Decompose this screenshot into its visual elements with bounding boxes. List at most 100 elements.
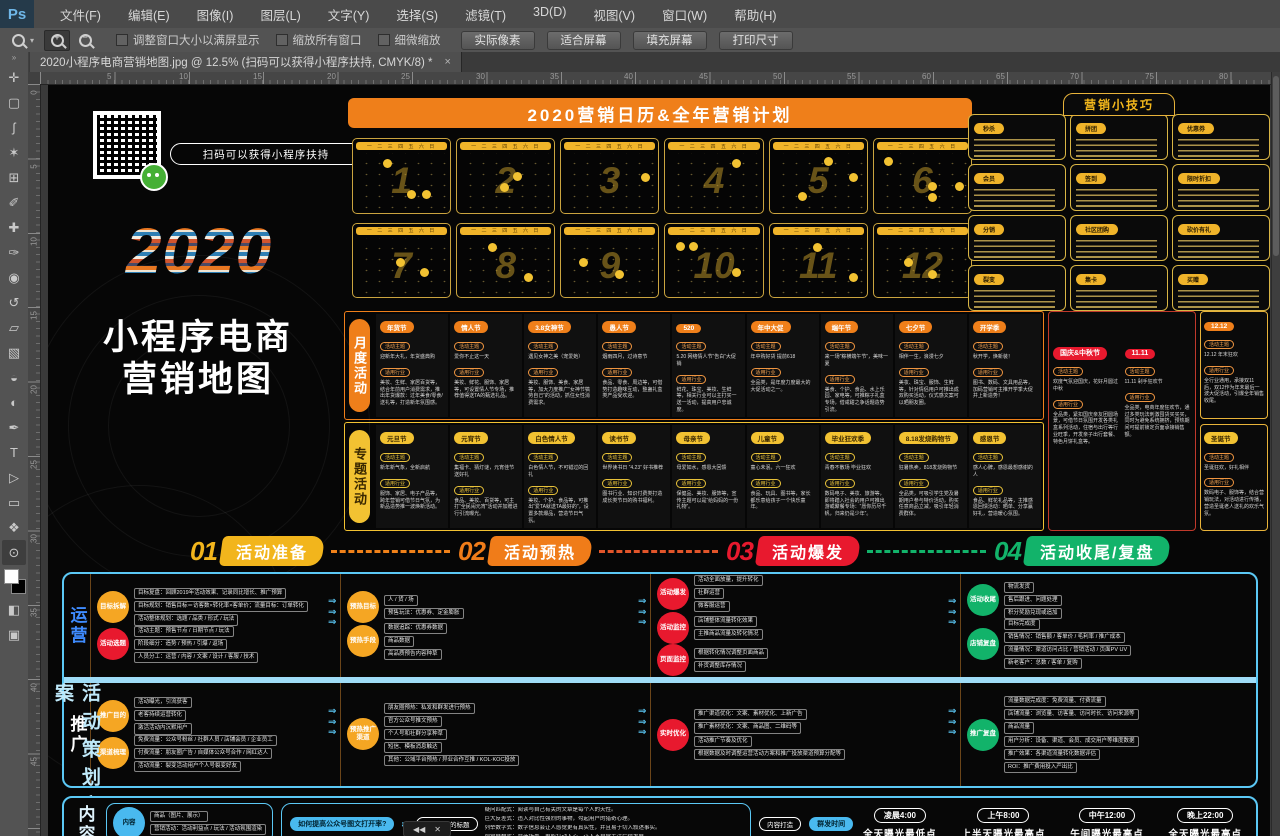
options-button[interactable]: 实际像素 <box>461 31 535 50</box>
time-caption: 全天曝光最低点 <box>863 826 937 836</box>
node-leaf: 数据追踪：优惠券数据 <box>384 623 447 634</box>
node-leaf: 人 / 货 / 场 <box>384 595 418 606</box>
zoom-tool[interactable]: ⊙ <box>2 540 26 565</box>
highlight-date-dot <box>513 172 522 181</box>
screen-mode-icon[interactable]: ▣ <box>2 622 26 647</box>
close-icon[interactable]: ✕ <box>434 825 441 834</box>
flow-arrows-icon: ⇒ ⇒ ⇒ <box>638 597 646 629</box>
ruler-tick-label: 0 <box>30 87 39 99</box>
tool-preset-picker[interactable]: ▾ <box>0 34 44 47</box>
node-leaf: 预售玩法：优惠券、定金膨胀 <box>384 608 464 619</box>
industry-label: 适用行业 <box>825 479 855 488</box>
close-tab-icon[interactable]: × <box>445 56 451 68</box>
menu-item[interactable]: 3D(D) <box>533 5 566 24</box>
industry-text: 食品、美妆、百货等，可主打“全民闹元宵”活动并加赠进行引流曝光。 <box>454 498 518 518</box>
history-brush-tool[interactable]: ↺ <box>2 290 26 315</box>
hand-tool[interactable]: ❖ <box>2 515 26 540</box>
activity-title: 七夕节 <box>899 321 933 333</box>
ruler-tick-label: 15 <box>253 72 262 81</box>
tip-card-label: 拼团 <box>1076 123 1106 134</box>
flow-arrows-icon: ⇒ ⇒ ⇒ <box>328 597 336 629</box>
theme-label: 活动主题 <box>454 453 484 462</box>
ruler-tick-label: 5 <box>30 161 39 173</box>
magic-wand-tool[interactable]: ✶ <box>2 140 26 165</box>
crop-tool[interactable]: ⊞ <box>2 165 26 190</box>
rect-marquee-tool[interactable]: ▢ <box>2 90 26 115</box>
industry-text: 美妆、珠宝、服饰、生鲜等，针对情侣用户可推出成双购买活动，仪式感文案可以晒朋友圈… <box>899 380 963 407</box>
theme-text: 年中购好货 提前618 <box>751 354 815 361</box>
activity-card: 3.8女神节 活动主题 遇见女神之美（宠爱她） 适用行业 美妆、服饰、美食、家居… <box>524 314 596 417</box>
scrollbar-thumb[interactable] <box>1273 76 1279 256</box>
menu-item[interactable]: 窗口(W) <box>662 5 707 24</box>
gradient-tool[interactable]: ▧ <box>2 340 26 365</box>
color-swatches[interactable] <box>3 568 25 594</box>
eyedropper-tool[interactable]: ✐ <box>2 190 26 215</box>
node-leaf: 主推商品流量及转化情况 <box>694 629 763 640</box>
menu-item[interactable]: 选择(S) <box>396 5 438 24</box>
activity-title: 3.8女神节 <box>528 321 571 333</box>
menu-item[interactable]: 文件(F) <box>60 5 101 24</box>
map-cell: 实时优化 推广渠道优化：文案、素材优化、上新广告推广素材优化：文案、商品图、二维… <box>650 683 960 786</box>
shape-tool[interactable]: ▭ <box>2 490 26 515</box>
map-row-label: 运营 <box>64 574 90 677</box>
tip-card-text-lines <box>1076 290 1157 311</box>
activity-card: 读书节 活动主题 世界读书日 “4.23” 好书推荐 适用行业 图书行业、知识付… <box>598 425 670 528</box>
move-tool[interactable]: ✛ <box>2 65 26 90</box>
healing-brush-tool[interactable]: ✚ <box>2 215 26 240</box>
vertical-ruler: 051015202530354045 <box>28 84 41 836</box>
vertical-scrollbar[interactable] <box>1271 72 1280 836</box>
highlight-date-dot <box>407 190 416 199</box>
menu-item[interactable]: 帮助(H) <box>734 5 776 24</box>
eraser-tool[interactable]: ▱ <box>2 315 26 340</box>
map-node: 预热目标 人 / 货 / 场预售玩法：优惠券、定金膨胀 <box>347 591 644 623</box>
ruler-tick-label: 35 <box>30 607 39 619</box>
menu-item[interactable]: 图像(I) <box>197 5 234 24</box>
node-label: 目标拆解 <box>97 591 129 623</box>
collapse-panel-icon[interactable]: » <box>12 53 16 63</box>
pen-tool[interactable]: ✒ <box>2 415 26 440</box>
blur-tool[interactable]: ◒ <box>2 365 26 390</box>
dodge-tool[interactable]: ◐ <box>2 390 26 415</box>
activity-title: 白色情人节 <box>528 432 575 444</box>
options-button[interactable]: 填充屏幕 <box>633 31 707 50</box>
path-select-tool[interactable]: ▷ <box>2 465 26 490</box>
option-checkbox[interactable]: 调整窗口大小以满屏显示 <box>116 32 260 48</box>
marketing-tips-panel: 营销小技巧 秒杀 拼团 优惠券 会员 签到 <box>968 97 1270 311</box>
clone-stamp-tool[interactable]: ◉ <box>2 265 26 290</box>
lasso-tool[interactable]: ʃ <box>2 115 26 140</box>
industry-label: 适用行业 <box>1125 393 1155 402</box>
menu-item[interactable]: 滤镜(T) <box>465 5 506 24</box>
tip-card: 秒杀 <box>968 114 1066 160</box>
phase-dash-connector <box>867 550 986 553</box>
options-button[interactable]: 适合屏幕 <box>547 31 621 50</box>
highlight-date-dot <box>689 242 698 251</box>
option-checkbox[interactable]: 细微缩放 <box>378 32 441 48</box>
theme-label: 活动主题 <box>380 453 410 462</box>
menu-item[interactable]: 图层(L) <box>260 5 300 24</box>
month-calendar: 一 二 三 四 五 六 日 5 <box>769 138 868 214</box>
industry-text: 美食、个护、食品、水上乐园、家电等，可推粽子礼盒专场，借咸甜之争话题造势引流。 <box>825 387 889 414</box>
month-number: 2 <box>460 153 551 209</box>
node-leaf: 补货调整库存情况 <box>694 661 746 672</box>
document-tab[interactable]: 2020小程序电商营销地图.jpg @ 12.5% (扫码可以获得小程序扶持, … <box>30 52 462 72</box>
menu-item[interactable]: 视图(V) <box>593 5 635 24</box>
menu-item[interactable]: 文字(Y) <box>328 5 370 24</box>
weekday-header: 一 二 三 四 五 六 日 <box>564 142 655 150</box>
floating-mini-controls[interactable]: ◀◀ ✕ <box>403 821 451 836</box>
quick-mask-icon[interactable]: ◧ <box>2 597 26 622</box>
highlight-date-dot <box>904 258 913 267</box>
map-cell: 活动收尾 物流发货售后跟进、问题处理积分奖励兑现或追加 店铺复盘 <box>960 574 1256 677</box>
zoom-out-button[interactable]: − <box>73 31 97 50</box>
options-button[interactable]: 打印尺寸 <box>719 31 793 50</box>
document-canvas[interactable]: 扫码可以获得小程序扶持 2020 小程序电商 营销地图 2020营销日历&全年营… <box>48 85 1270 836</box>
type-tool[interactable]: T <box>2 440 26 465</box>
option-checkbox[interactable]: 缩放所有窗口 <box>276 32 362 48</box>
rewind-icon[interactable]: ◀◀ <box>413 825 425 834</box>
zoom-in-button[interactable]: + <box>44 30 70 51</box>
activity-title: 毕业狂欢季 <box>825 432 872 444</box>
brush-tool[interactable]: ✑ <box>2 240 26 265</box>
menu-item[interactable]: 编辑(E) <box>128 5 170 24</box>
industry-text: 美妆、个护、食品等，可推出“爱TA就送TA最好的”，设置多款爆品，营造节日气氛。 <box>528 498 592 525</box>
theme-label: 活动主题 <box>973 453 1003 462</box>
foreground-color-swatch[interactable] <box>4 569 19 584</box>
